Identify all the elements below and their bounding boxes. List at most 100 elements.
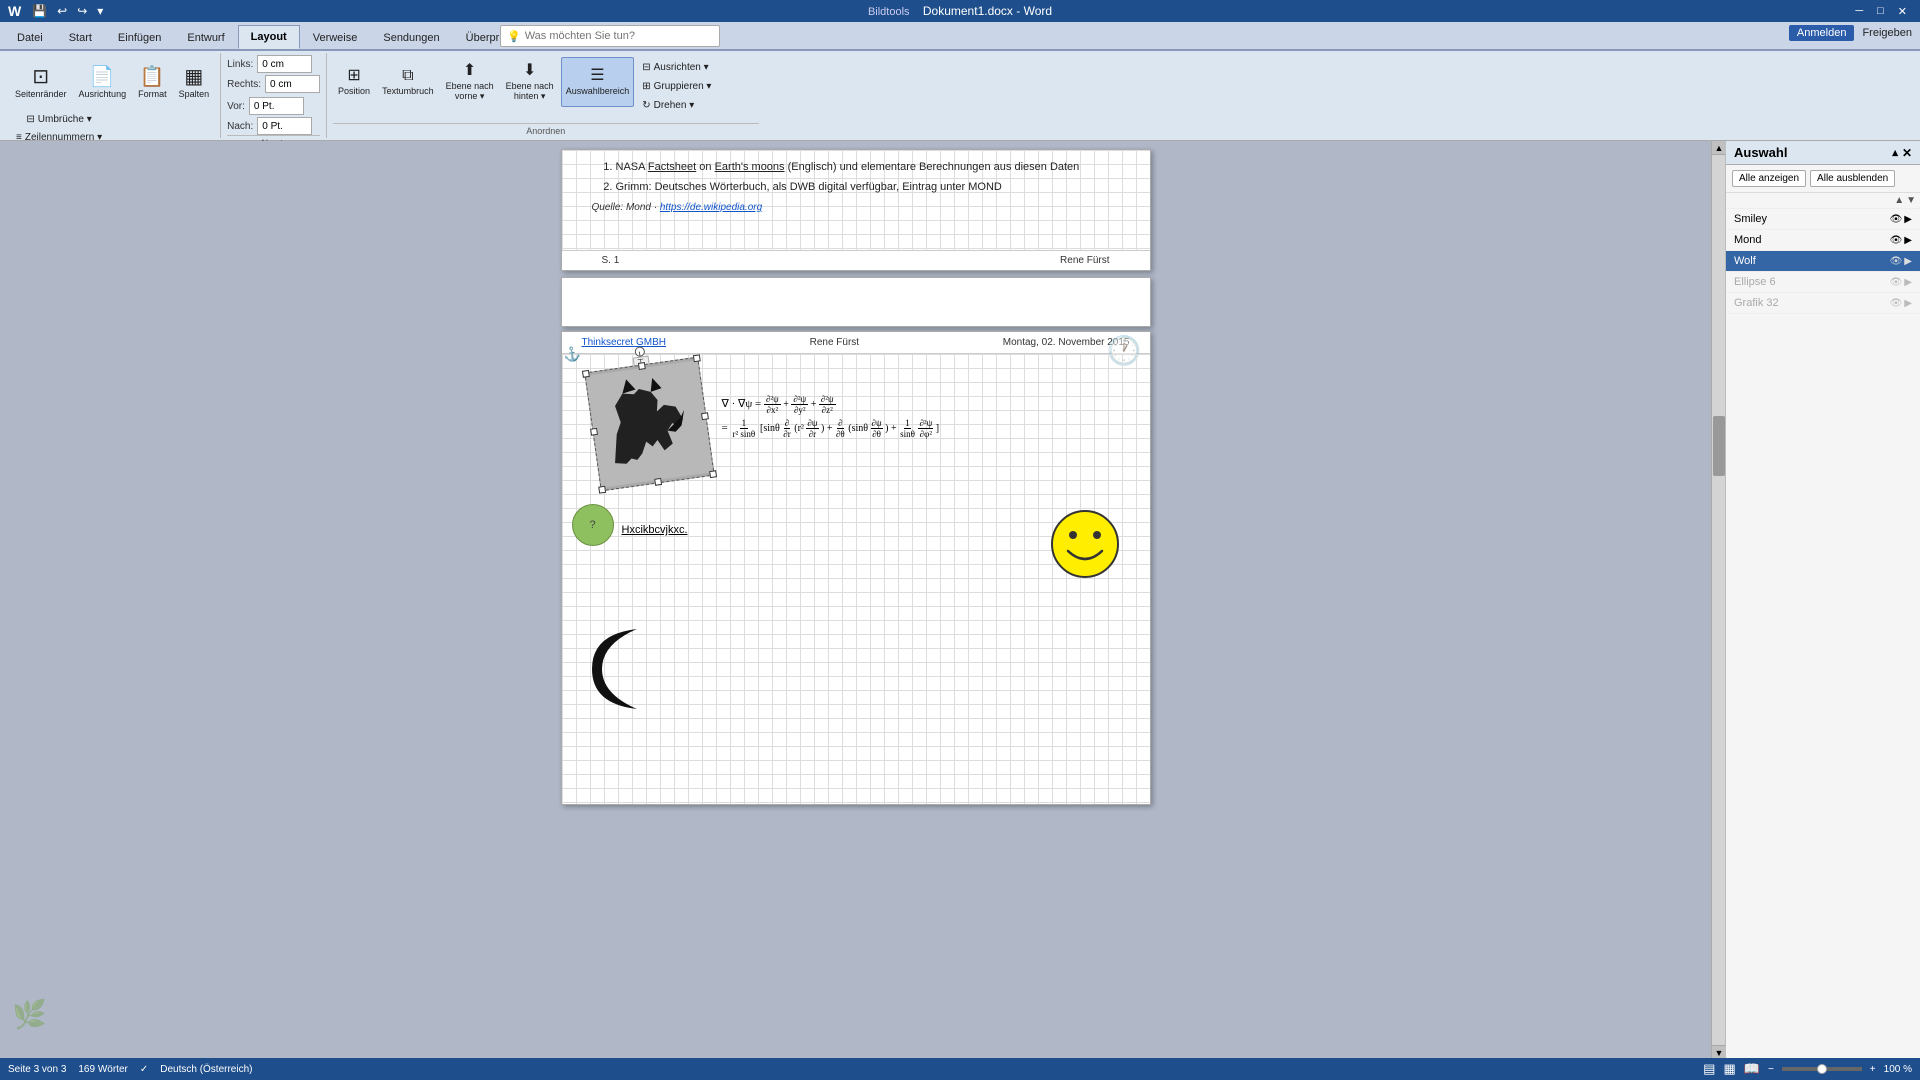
- maximize-btn[interactable]: □: [1872, 5, 1889, 18]
- close-btn[interactable]: ✕: [1893, 5, 1912, 18]
- scroll-thumb[interactable]: [1713, 416, 1725, 476]
- panel-close-btn[interactable]: ✕: [1902, 146, 1912, 160]
- hxc-text: Hxcikbcvjkxc.: [622, 524, 688, 536]
- mond-arrow-icon[interactable]: ▶: [1904, 235, 1912, 246]
- search-bar[interactable]: 💡: [500, 25, 720, 47]
- handle-tr[interactable]: [692, 354, 700, 362]
- panel-scroll-area[interactable]: ▲ ▼ Smiley 👁 ▶ Mond 👁 ▶: [1726, 193, 1920, 1059]
- word-count: 169 Wörter: [78, 1064, 127, 1075]
- tab-entwurf[interactable]: Entwurf: [174, 25, 237, 49]
- seitenraender-btn[interactable]: ⊡ Seitenränder: [10, 55, 72, 111]
- undo-icon[interactable]: ↩: [54, 3, 70, 19]
- smiley-arrow-icon[interactable]: ▶: [1904, 214, 1912, 225]
- ausrichtung-btn[interactable]: 📄 Ausrichtung: [74, 55, 132, 111]
- ebene-hinter-btn[interactable]: ⬇ Ebene nachhinten ▾: [501, 57, 559, 107]
- vertical-scrollbar[interactable]: ▲ ▼: [1711, 141, 1725, 1059]
- word-logo-icon: W: [8, 3, 21, 19]
- handle-ml[interactable]: [590, 428, 598, 436]
- wolf-arrow-icon[interactable]: ▶: [1904, 256, 1912, 267]
- header-author: Rene Fürst: [810, 337, 859, 348]
- view-normal-icon[interactable]: ▤: [1703, 1061, 1715, 1077]
- scroll-down-btn[interactable]: ▼: [1712, 1045, 1726, 1059]
- umbrueche-btn[interactable]: ⊟ Umbrüche ▾: [20, 111, 97, 128]
- more-icon[interactable]: ▾: [94, 3, 106, 19]
- ellipse6-visibility-icon[interactable]: 👁: [1890, 277, 1903, 288]
- ellipse-shape[interactable]: ?: [572, 504, 614, 546]
- handle-tm[interactable]: [637, 362, 645, 370]
- panel-item-wolf[interactable]: Wolf 👁 ▶: [1726, 251, 1920, 272]
- ausrichten-btn[interactable]: ⊟ Ausrichten ▾: [636, 59, 717, 76]
- panel-item-ellipse6[interactable]: Ellipse 6 👁 ▶: [1726, 272, 1920, 293]
- abstand-nach-label: Nach:: [227, 121, 253, 132]
- gruppieren-btn[interactable]: ⊞ Gruppieren ▾: [636, 78, 717, 95]
- tab-verweise[interactable]: Verweise: [300, 25, 371, 49]
- anmelden-btn[interactable]: Anmelden: [1789, 25, 1855, 41]
- grafik32-arrow-icon[interactable]: ▶: [1904, 298, 1912, 309]
- abstand-vor-input[interactable]: [249, 97, 304, 115]
- handle-tl[interactable]: [581, 370, 589, 378]
- tab-einfuegen[interactable]: Einfügen: [105, 25, 174, 49]
- position-icon: ⊞: [347, 68, 360, 84]
- moon-shape[interactable]: [582, 619, 662, 722]
- abstand-nach-input[interactable]: [257, 117, 312, 135]
- spalten-btn[interactable]: ▦ Spalten: [174, 55, 215, 111]
- panel-item-mond[interactable]: Mond 👁 ▶: [1726, 230, 1920, 251]
- tab-layout[interactable]: Layout: [238, 25, 300, 49]
- zoom-slider[interactable]: [1782, 1067, 1862, 1071]
- view-read-icon[interactable]: 📖: [1744, 1061, 1760, 1077]
- einzug-links-input[interactable]: [257, 55, 312, 73]
- zoom-in-btn[interactable]: +: [1870, 1064, 1876, 1075]
- hide-all-btn[interactable]: Alle ausblenden: [1810, 170, 1895, 187]
- smiley-face[interactable]: [1050, 509, 1120, 582]
- header-company[interactable]: Thinksecret GMBH: [582, 337, 666, 348]
- ribbon-group-anordnen: ⊞ Position ⧉ Textumbruch ⬆ Ebene nachvor…: [327, 53, 764, 138]
- umbrueche-icon: ⊟: [26, 114, 34, 125]
- wolf-item-actions: 👁 ▶: [1890, 256, 1912, 267]
- smiley-visibility-icon[interactable]: 👁: [1890, 214, 1903, 225]
- handle-mr[interactable]: [701, 412, 709, 420]
- redo-icon[interactable]: ↪: [74, 3, 90, 19]
- language[interactable]: Deutsch (Österreich): [160, 1064, 252, 1075]
- handle-bl[interactable]: [598, 486, 606, 494]
- ellipse6-arrow-icon[interactable]: ▶: [1904, 277, 1912, 288]
- auswahlbereich-btn[interactable]: ☰ Auswahlbereich: [561, 57, 635, 107]
- spellcheck-icon[interactable]: ✓: [140, 1064, 148, 1075]
- minimize-btn[interactable]: ─: [1850, 5, 1868, 18]
- ribbon-group-seite-einrichten: ⊡ Seitenränder 📄 Ausrichtung 📋 Format ▦ …: [4, 53, 221, 138]
- page-blank: [561, 277, 1151, 327]
- handle-br[interactable]: [709, 470, 717, 478]
- wolf-image-container[interactable]: ⚓ ⊤: [584, 357, 715, 492]
- source-link[interactable]: https://de.wikipedia.org: [660, 202, 762, 213]
- drehen-btn[interactable]: ↻ Drehen ▾: [636, 97, 717, 114]
- save-icon[interactable]: 💾: [29, 3, 50, 19]
- panel-scroll-up[interactable]: ▲ ▼: [1726, 193, 1920, 209]
- search-input[interactable]: [525, 30, 695, 42]
- view-layout-icon[interactable]: ▦: [1723, 1061, 1735, 1077]
- textumbruch-btn[interactable]: ⧉ Textumbruch: [377, 57, 439, 107]
- panel-item-grafik32[interactable]: Grafik 32 👁 ▶: [1726, 293, 1920, 314]
- einzug-rechts-input[interactable]: [265, 75, 320, 93]
- grafik32-visibility-icon[interactable]: 👁: [1890, 298, 1903, 309]
- wolf-visibility-icon[interactable]: 👁: [1890, 256, 1903, 267]
- format-btn[interactable]: 📋 Format: [133, 55, 172, 111]
- handle-bm[interactable]: [653, 478, 661, 486]
- panel-action-buttons: Alle anzeigen Alle ausblenden: [1726, 165, 1920, 193]
- footer-page-num: S. 1: [602, 255, 620, 266]
- ellipse-text: ?: [589, 519, 595, 531]
- zoom-out-btn[interactable]: −: [1768, 1064, 1774, 1075]
- freigeben-label[interactable]: Freigeben: [1862, 27, 1912, 39]
- panel-expand-btn[interactable]: ▴: [1892, 146, 1898, 160]
- ebene-vor-btn[interactable]: ⬆ Ebene nachvorne ▾: [441, 57, 499, 107]
- tab-sendungen[interactable]: Sendungen: [370, 25, 452, 49]
- panel-item-smiley[interactable]: Smiley 👁 ▶: [1726, 209, 1920, 230]
- scroll-up-btn[interactable]: ▲: [1712, 141, 1726, 155]
- tab-datei[interactable]: Datei: [4, 25, 56, 49]
- panel-title-bar: Auswahl ▴ ✕: [1726, 141, 1920, 165]
- position-btn[interactable]: ⊞ Position: [333, 57, 375, 107]
- mond-visibility-icon[interactable]: 👁: [1890, 235, 1903, 246]
- ausrichten-icon: ⊟: [642, 62, 650, 73]
- panel-item-label-wolf: Wolf: [1734, 255, 1756, 267]
- tab-start[interactable]: Start: [56, 25, 105, 49]
- show-all-btn[interactable]: Alle anzeigen: [1732, 170, 1806, 187]
- smiley-svg: [1050, 509, 1120, 579]
